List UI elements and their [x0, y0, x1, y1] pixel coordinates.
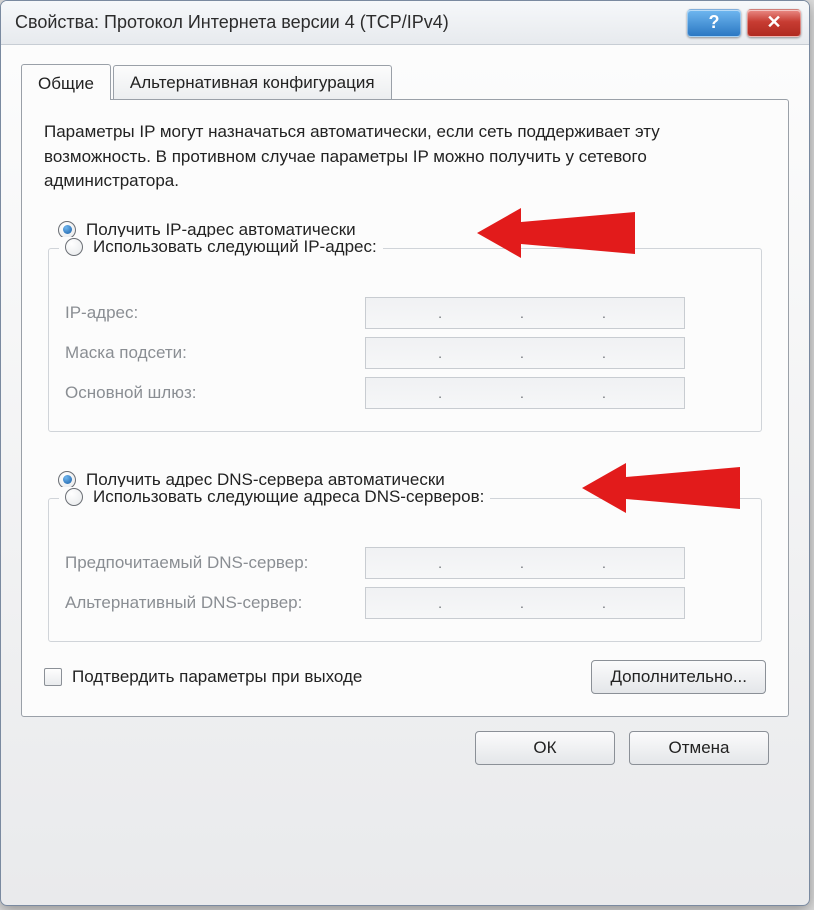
ip-address-input[interactable]: ...: [365, 297, 685, 329]
field-default-gateway: Основной шлюз: ...: [65, 377, 745, 409]
validate-checkbox[interactable]: [44, 668, 62, 686]
cancel-button[interactable]: Отмена: [629, 731, 769, 765]
help-icon: ?: [709, 12, 720, 33]
hint-text: Параметры IP могут назначаться автоматич…: [44, 120, 766, 194]
close-icon: ✕: [766, 12, 781, 33]
ip-address-label: IP-адрес:: [65, 303, 365, 323]
dns-preferred-input[interactable]: ...: [365, 547, 685, 579]
subnet-mask-input[interactable]: ...: [365, 337, 685, 369]
panel-bottom-row: Подтвердить параметры при выходе Дополни…: [44, 660, 766, 694]
field-dns-alternate: Альтернативный DNS-сервер: ...: [65, 587, 745, 619]
default-gateway-input[interactable]: ...: [365, 377, 685, 409]
tab-general[interactable]: Общие: [21, 64, 111, 100]
radio-dns-manual[interactable]: Использовать следующие адреса DNS-сервер…: [59, 487, 490, 507]
subnet-mask-label: Маска подсети:: [65, 343, 365, 363]
field-dns-preferred: Предпочитаемый DNS-сервер: ...: [65, 547, 745, 579]
tab-panel-general: Параметры IP могут назначаться автоматич…: [21, 99, 789, 717]
group-ip-manual: Использовать следующий IP-адрес: IP-адре…: [48, 248, 762, 432]
dns-alternate-input[interactable]: ...: [365, 587, 685, 619]
dialog-window: Свойства: Протокол Интернета версии 4 (T…: [0, 0, 810, 906]
radio-ip-manual[interactable]: Использовать следующий IP-адрес:: [59, 237, 383, 257]
window-title: Свойства: Протокол Интернета версии 4 (T…: [15, 12, 681, 33]
help-button[interactable]: ?: [687, 9, 741, 37]
close-button[interactable]: ✕: [747, 9, 801, 37]
dialog-button-row: ОК Отмена: [21, 717, 789, 773]
tabstrip: Общие Альтернативная конфигурация: [21, 63, 789, 99]
radio-icon: [65, 238, 83, 256]
titlebar: Свойства: Протокол Интернета версии 4 (T…: [1, 1, 809, 45]
tab-alt-config[interactable]: Альтернативная конфигурация: [113, 65, 392, 99]
dns-alternate-label: Альтернативный DNS-сервер:: [65, 593, 365, 613]
radio-ip-manual-label: Использовать следующий IP-адрес:: [93, 237, 377, 257]
advanced-button[interactable]: Дополнительно...: [591, 660, 766, 694]
client-area: Общие Альтернативная конфигурация Параме…: [1, 45, 809, 789]
group-dns-manual: Использовать следующие адреса DNS-сервер…: [48, 498, 762, 642]
field-ip-address: IP-адрес: ...: [65, 297, 745, 329]
default-gateway-label: Основной шлюз:: [65, 383, 365, 403]
dns-preferred-label: Предпочитаемый DNS-сервер:: [65, 553, 365, 573]
validate-label: Подтвердить параметры при выходе: [72, 667, 591, 687]
radio-dns-manual-label: Использовать следующие адреса DNS-сервер…: [93, 487, 484, 507]
radio-icon: [65, 488, 83, 506]
ok-button[interactable]: ОК: [475, 731, 615, 765]
field-subnet-mask: Маска подсети: ...: [65, 337, 745, 369]
